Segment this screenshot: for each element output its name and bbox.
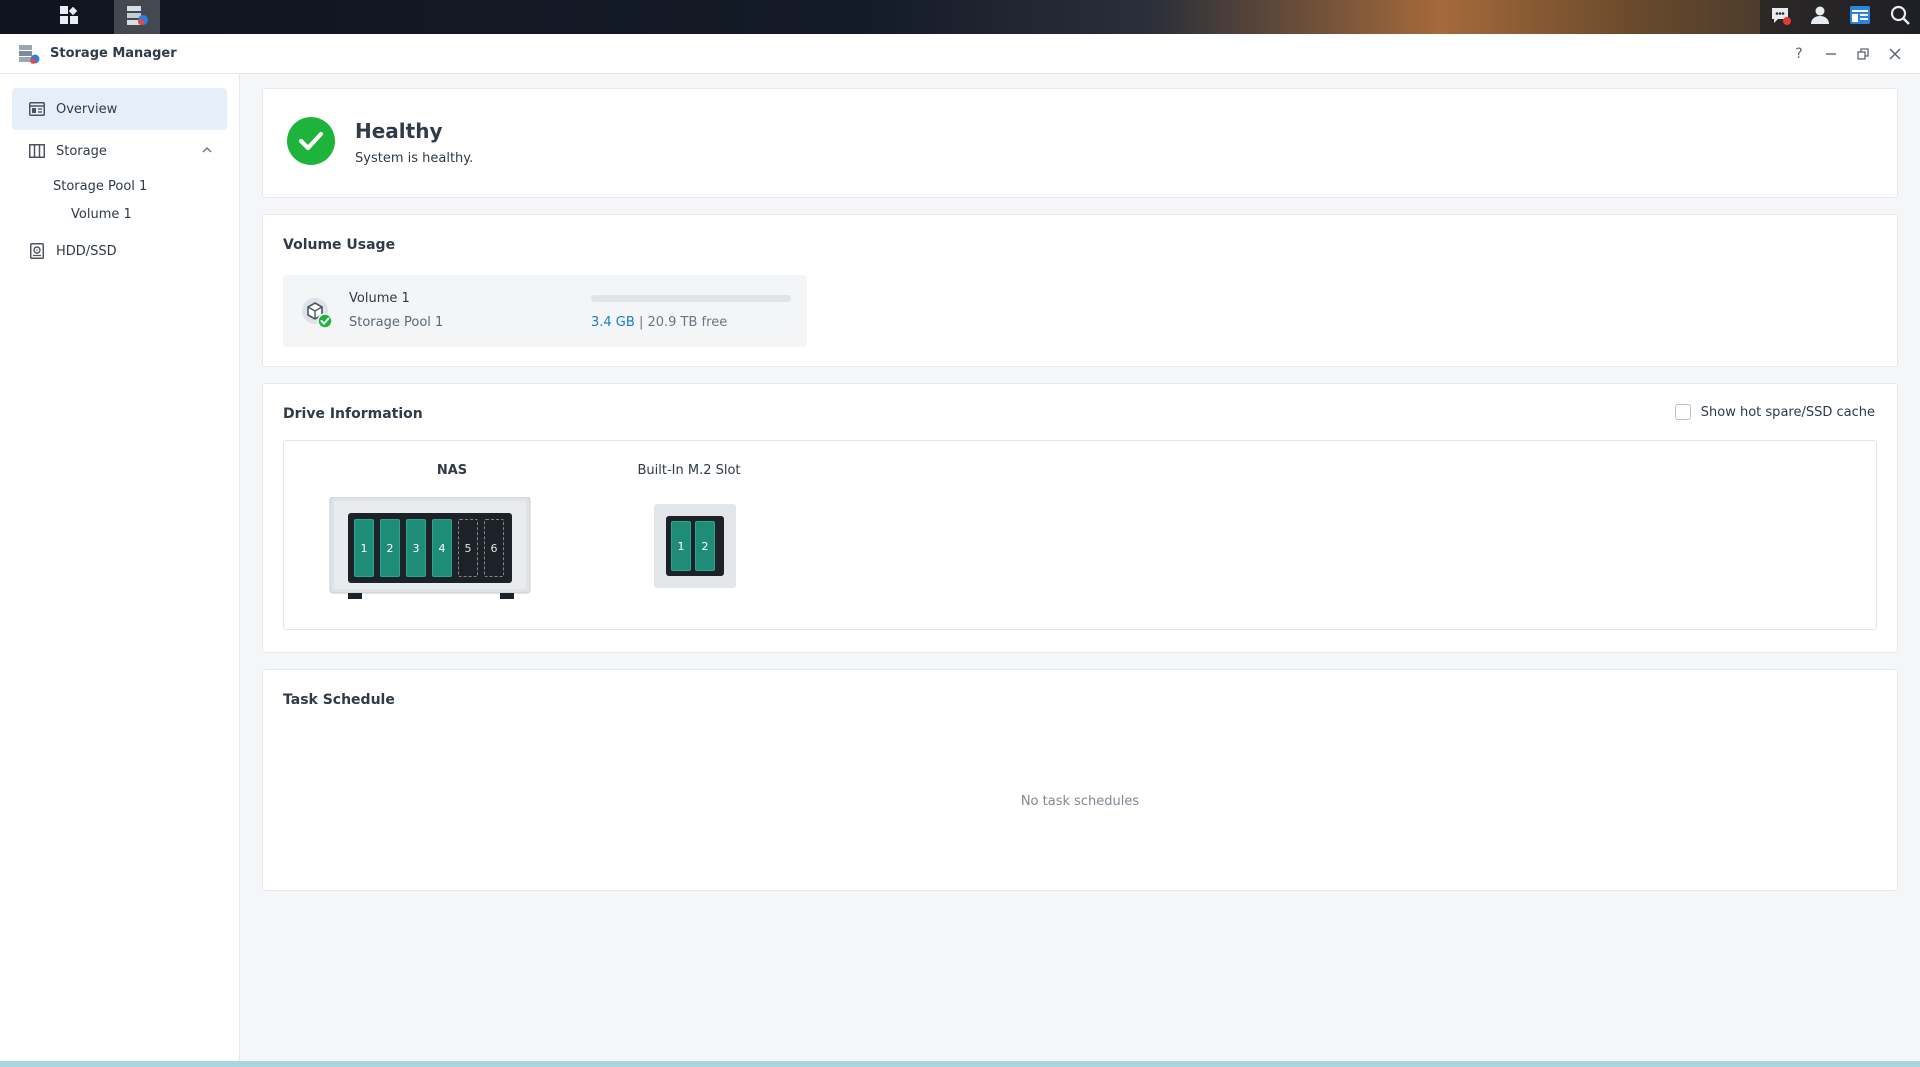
- app-icon: [18, 43, 40, 65]
- notifications-button[interactable]: [1760, 0, 1800, 34]
- nas-bay-1[interactable]: 1: [354, 519, 374, 577]
- user-icon: [1810, 5, 1830, 29]
- close-button[interactable]: [1884, 43, 1906, 65]
- m2-slot-label: Built-In M.2 Slot: [637, 463, 741, 478]
- volume-usage-title: Volume Usage: [283, 237, 396, 253]
- volume-stats-separator: |: [638, 315, 644, 330]
- desktop-bottom-strip: [0, 1061, 1920, 1067]
- user-button[interactable]: [1800, 0, 1840, 34]
- m2-slot-module[interactable]: 12: [654, 504, 736, 588]
- widgets-button[interactable]: [1840, 0, 1880, 34]
- storage-icon: [28, 142, 46, 160]
- hot-spare-label: Show hot spare/SSD cache: [1700, 404, 1875, 420]
- restore-button[interactable]: [1852, 43, 1874, 65]
- nas-bays: 123456: [354, 519, 504, 577]
- title-bar[interactable]: Storage Manager ?: [0, 34, 1920, 74]
- health-status-title: Healthy: [355, 119, 443, 143]
- nas-bay-4[interactable]: 4: [432, 519, 452, 577]
- volume-free: 20.9 TB free: [647, 315, 728, 330]
- nas-label: NAS: [436, 463, 468, 478]
- hdd-icon: [28, 242, 46, 260]
- window-title: Storage Manager: [50, 46, 177, 61]
- grid-icon: [59, 5, 79, 29]
- drive-information-title: Drive Information: [283, 406, 423, 422]
- m2-slot-1[interactable]: 1: [671, 521, 691, 571]
- taskbar-tray: [1760, 0, 1920, 34]
- volume-name: Volume 1: [349, 291, 410, 306]
- volume-item[interactable]: Volume 1 Storage Pool 1 3.4 GB | 20.9 TB…: [283, 275, 807, 347]
- hot-spare-checkbox[interactable]: [1674, 404, 1691, 420]
- storage-manager-window: Storage Manager ? Overview Storage Stora…: [0, 34, 1920, 1061]
- overview-icon: [28, 100, 46, 118]
- sidebar-item-volume-1[interactable]: Volume 1: [0, 200, 239, 228]
- task-schedule-card: Task Schedule No task schedules: [262, 669, 1898, 891]
- sidebar-item-hdd-ssd[interactable]: HDD/SSD: [12, 230, 227, 272]
- taskbar-storage-manager-button[interactable]: [114, 0, 160, 34]
- search-icon: [1890, 5, 1910, 29]
- task-schedule-title: Task Schedule: [283, 692, 395, 708]
- m2-slot-2[interactable]: 2: [695, 521, 715, 571]
- m2-slots: 12: [671, 521, 715, 571]
- volume-usage-bar: [591, 295, 791, 302]
- taskbar: [0, 0, 1920, 34]
- volume-pool: Storage Pool 1: [349, 315, 444, 330]
- nas-bay-5[interactable]: 5: [458, 519, 478, 577]
- nas-chassis[interactable]: 123456: [328, 496, 532, 601]
- sidebar-item-label: Volume 1: [71, 206, 132, 222]
- main-content: Healthy System is healthy. Volume Usage …: [240, 74, 1920, 1061]
- main-menu-button[interactable]: [46, 0, 92, 34]
- sidebar: Overview Storage Storage Pool 1 Volume 1…: [0, 74, 240, 1061]
- sidebar-item-overview[interactable]: Overview: [12, 88, 227, 130]
- sidebar-item-label: Storage: [56, 143, 107, 159]
- storage-manager-icon: [125, 3, 149, 31]
- chat-notification-icon: [1769, 4, 1791, 30]
- chevron-up-icon[interactable]: [201, 144, 213, 160]
- window-controls: ?: [1788, 34, 1906, 74]
- hot-spare-toggle[interactable]: Show hot spare/SSD cache: [1674, 404, 1875, 420]
- sidebar-item-storage-pool-1[interactable]: Storage Pool 1: [0, 172, 239, 200]
- health-status-subtitle: System is healthy.: [355, 151, 474, 166]
- drive-information-card: Drive Information Show hot spare/SSD cac…: [262, 383, 1898, 653]
- nas-bay-2[interactable]: 2: [380, 519, 400, 577]
- health-card: Healthy System is healthy.: [262, 88, 1898, 198]
- volume-usage-card: Volume Usage Volume 1 Storage Pool 1 3.4…: [262, 214, 1898, 367]
- sidebar-item-storage[interactable]: Storage: [12, 130, 227, 172]
- healthy-check-icon: [287, 117, 335, 165]
- minimize-button[interactable]: [1820, 43, 1842, 65]
- sidebar-item-label: HDD/SSD: [56, 243, 117, 259]
- volume-used: 3.4 GB: [591, 315, 635, 330]
- drive-diagram: NAS 123456 Built-In M.2 Slot 12: [283, 440, 1877, 630]
- volume-cube-icon: [301, 297, 333, 329]
- sidebar-item-label: Storage Pool 1: [53, 178, 148, 194]
- sidebar-item-label: Overview: [56, 101, 118, 117]
- help-button[interactable]: ?: [1788, 43, 1810, 65]
- widgets-icon: [1849, 5, 1871, 29]
- search-button[interactable]: [1880, 0, 1920, 34]
- nas-bay-6[interactable]: 6: [484, 519, 504, 577]
- nas-bay-3[interactable]: 3: [406, 519, 426, 577]
- task-schedule-empty: No task schedules: [1020, 794, 1140, 809]
- volume-usage-stats: 3.4 GB | 20.9 TB free: [591, 315, 727, 330]
